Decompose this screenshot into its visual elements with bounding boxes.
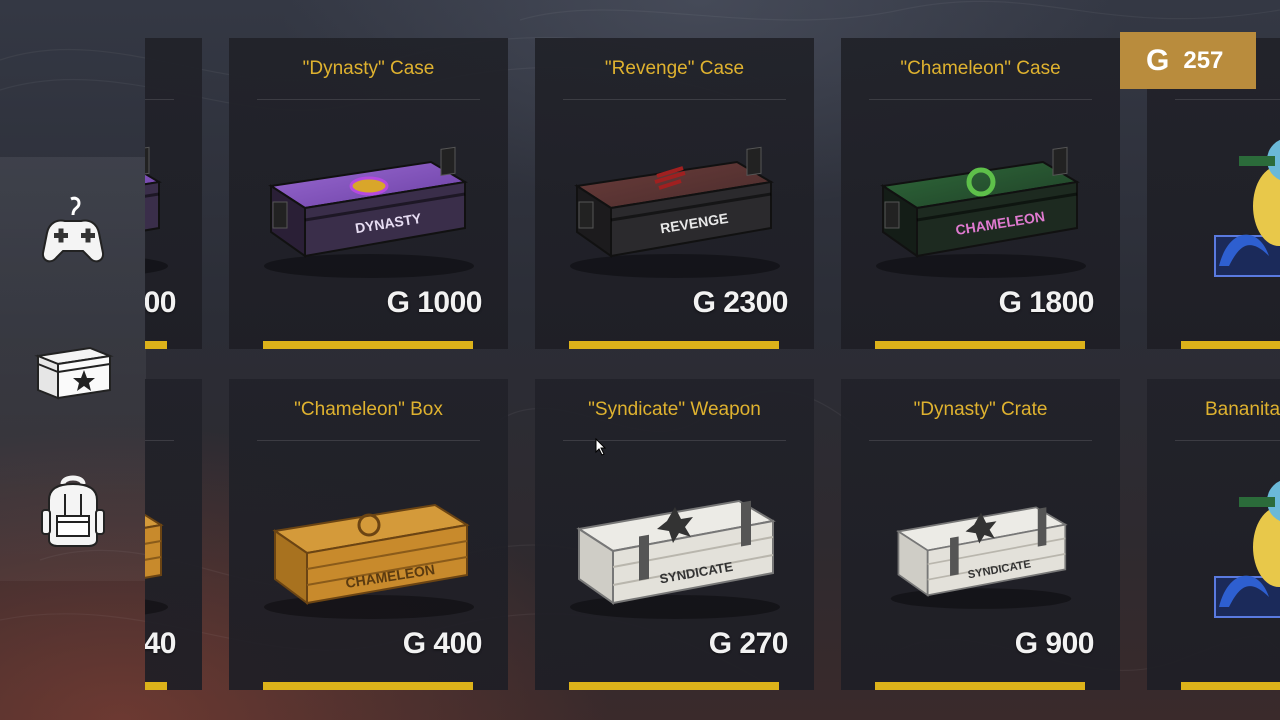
- title-divider: [563, 99, 786, 100]
- item-title: "Dynasty" Crate: [913, 399, 1048, 420]
- item-price: G 2300: [692, 286, 789, 319]
- title-divider: [869, 99, 1092, 100]
- games-nav-button[interactable]: [0, 178, 146, 288]
- currency-balance: G 257: [1120, 32, 1256, 89]
- item-crate-image: [145, 116, 180, 286]
- cases-nav-button[interactable]: [0, 315, 146, 425]
- shop-item-card[interactable]: "Syndicate" Weapon SYNDICATE G 270: [535, 379, 814, 690]
- item-title: "Revenge" Case: [604, 58, 745, 79]
- item-title: "Syndicate" Weapon: [588, 399, 761, 420]
- item-accent-bar: [1181, 682, 1280, 690]
- shop-item-card[interactable]: "Chameleon" Case CHAMELEON G 1800: [841, 38, 1120, 349]
- item-crate-image: [1169, 116, 1280, 286]
- item-price: G 400: [402, 627, 483, 660]
- title-divider: [145, 99, 174, 100]
- item-price: 00: [145, 286, 177, 319]
- item-title: Bananita: [1205, 399, 1280, 420]
- balance-amount: 257: [1183, 46, 1224, 74]
- item-title: ase: [145, 58, 202, 80]
- shop-item-card[interactable]: 40: [145, 379, 202, 690]
- item-accent-bar: [145, 682, 167, 690]
- item-accent-bar: [263, 682, 473, 690]
- gold-coin-icon: G: [1146, 43, 1170, 77]
- title-divider: [1175, 99, 1280, 100]
- title-divider: [257, 99, 480, 100]
- item-title: "Dynasty" Case: [302, 58, 435, 79]
- item-title: "Chameleon" Box: [294, 399, 443, 420]
- shop-item-card[interactable]: "Chameleon" Box CHAMELEON G 400: [229, 379, 508, 690]
- inventory-nav-button[interactable]: [0, 455, 146, 565]
- star-chest-icon: [30, 334, 116, 406]
- shop-item-card[interactable]: "Dynasty" Crate SYNDICATE G 900: [841, 379, 1120, 690]
- item-crate-image: DYNASTY: [251, 116, 486, 286]
- item-price: G 270: [708, 627, 789, 660]
- item-accent-bar: [875, 341, 1085, 349]
- shop-grid: ase 00 "Dynasty" Case DYNASTY: [145, 0, 1280, 720]
- title-divider: [257, 440, 480, 441]
- title-divider: [1175, 440, 1280, 441]
- item-price: G 1000: [386, 286, 483, 319]
- item-crate-image: CHAMELEON: [863, 116, 1098, 286]
- item-price: G 900: [1014, 627, 1095, 660]
- item-crate-image: REVENGE: [557, 116, 792, 286]
- item-crate-image: CHAMELEON: [251, 457, 486, 627]
- shop-item-card[interactable]: Bananita: [1147, 379, 1280, 690]
- item-accent-bar: [569, 341, 779, 349]
- item-accent-bar: [1181, 341, 1280, 349]
- item-crate-image: [145, 457, 180, 627]
- shop-item-card[interactable]: "Dynasty" Case DYNASTY G 1000: [229, 38, 508, 349]
- item-accent-bar: [875, 682, 1085, 690]
- item-price: 40: [145, 627, 177, 660]
- title-divider: [869, 440, 1092, 441]
- item-price: G 1800: [998, 286, 1095, 319]
- item-accent-bar: [145, 341, 167, 349]
- title-divider: [145, 440, 174, 441]
- backpack-icon: [37, 470, 109, 550]
- item-accent-bar: [569, 682, 779, 690]
- item-accent-bar: [263, 341, 473, 349]
- gamepad-icon: [33, 193, 113, 273]
- shop-item-card[interactable]: ase 00: [145, 38, 202, 349]
- item-crate-image: SYNDICATE: [557, 457, 792, 627]
- mouse-cursor-icon: [595, 438, 607, 456]
- item-title: "Chameleon" Case: [900, 58, 1061, 79]
- item-crate-image: SYNDICATE: [863, 457, 1098, 627]
- item-crate-image: [1169, 457, 1280, 627]
- shop-item-card[interactable]: "Revenge" Case REVENGE G 2300: [535, 38, 814, 349]
